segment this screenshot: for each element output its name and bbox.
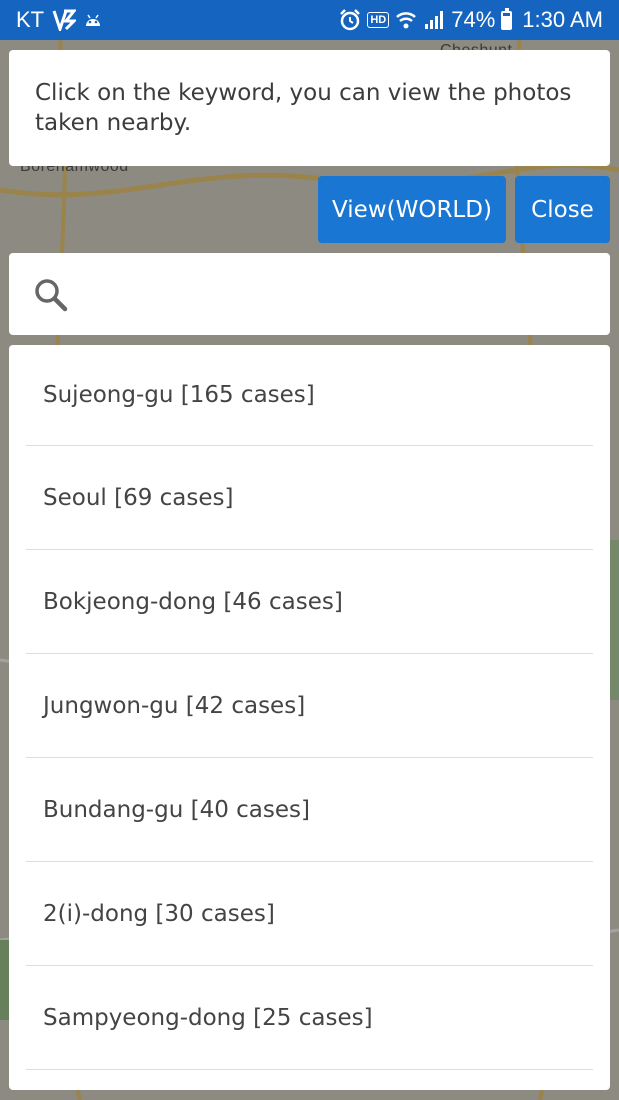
close-button[interactable]: Close (515, 176, 610, 243)
clock: 1:30 AM (522, 7, 603, 32)
battery-percent: 74% (451, 7, 496, 32)
carrier-label: KT (16, 7, 45, 32)
hd-icon: HD (367, 12, 390, 28)
keyword-label: Bundang-gu [40 cases] (43, 796, 310, 823)
keyword-label: Bokjeong-dong [46 cases] (43, 588, 343, 615)
v-icon (52, 9, 77, 31)
search-input[interactable] (89, 269, 593, 321)
battery-level-fill (503, 16, 511, 28)
keyword-list[interactable]: Sujeong-gu [165 cases] Seoul [69 cases] … (9, 345, 610, 1090)
alarm-icon (339, 9, 361, 31)
keyword-label: Sujeong-gu [165 cases] (43, 382, 315, 408)
list-item[interactable]: Bundang-gu [40 cases] (26, 758, 593, 862)
list-item[interactable]: 2(i)-dong [30 cases] (26, 862, 593, 966)
search-box[interactable] (9, 253, 610, 335)
keyword-label: Sampyeong-dong [25 cases] (43, 1004, 373, 1031)
battery-icon (501, 7, 513, 30)
list-item[interactable]: Sujeong-gu [165 cases] (26, 345, 593, 446)
status-bar: KT HD 74% 1:30 AM (0, 0, 619, 40)
list-item[interactable]: Sampyeong-dong [25 cases] (26, 966, 593, 1070)
info-card: Click on the keyword, you can view the p… (9, 50, 610, 166)
info-text: Click on the keyword, you can view the p… (35, 80, 572, 136)
wifi-icon (395, 10, 417, 30)
keyword-label: Jungwon-gu [42 cases] (43, 692, 306, 719)
android-icon (84, 12, 102, 28)
view-world-button[interactable]: View(WORLD) (318, 176, 506, 243)
list-item[interactable]: Jungwon-gu [42 cases] (26, 654, 593, 758)
keyword-label: 2(i)-dong [30 cases] (43, 900, 275, 927)
search-icon[interactable] (33, 277, 69, 313)
list-item[interactable]: Seoul [69 cases] (26, 446, 593, 550)
signal-icon (423, 10, 445, 30)
keyword-label: Seoul [69 cases] (43, 484, 234, 511)
list-item[interactable]: Bokjeong-dong [46 cases] (26, 550, 593, 654)
